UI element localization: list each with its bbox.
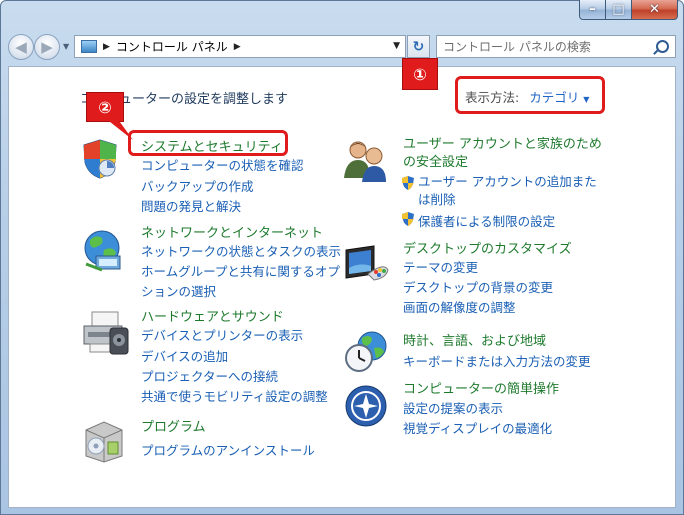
link-uninstall-program[interactable]: プログラムのアンインストール [141, 440, 315, 459]
link-add-device[interactable]: デバイスの追加 [141, 346, 228, 365]
link-devices-printers[interactable]: デバイスとプリンターの表示 [141, 325, 303, 344]
breadcrumb-control-panel[interactable]: コントロール パネル [116, 38, 228, 55]
network-globe-icon[interactable] [82, 228, 126, 272]
category-ease-of-access[interactable]: コンピューターの簡単操作 [403, 378, 559, 397]
refresh-button[interactable]: ↻ [407, 35, 430, 58]
address-dropdown-icon[interactable]: ▼ [393, 41, 400, 51]
programs-box-icon[interactable] [82, 416, 126, 464]
refresh-icon: ↻ [412, 38, 425, 55]
shield-icon[interactable] [82, 138, 118, 180]
maximize-icon: □ [612, 2, 625, 17]
annotation-box-system-security [128, 130, 288, 156]
close-icon: ✕ [649, 2, 660, 17]
link-mobility-settings[interactable]: 共通で使うモビリティ設定の調整 [141, 386, 328, 405]
annotation-marker-1: ① [402, 58, 438, 90]
desktop-display-icon[interactable] [344, 244, 390, 284]
category-user-accounts[interactable]: ユーザー アカウントと家族のための安全設定 [403, 136, 603, 172]
maximize-button[interactable]: □ [606, 0, 632, 20]
link-troubleshoot[interactable]: 問題の発見と解決 [141, 196, 241, 215]
link-backup[interactable]: バックアップの作成 [141, 176, 254, 195]
back-arrow-icon: ◀ [15, 38, 27, 56]
uac-shield-icon [402, 176, 414, 190]
link-projector[interactable]: プロジェクターへの接続 [141, 366, 278, 385]
link-screen-resolution[interactable]: 画面の解像度の調整 [403, 297, 516, 316]
link-change-theme[interactable]: テーマの変更 [403, 257, 478, 276]
category-hardware-sound[interactable]: ハードウェアとサウンド [141, 306, 284, 325]
address-bar[interactable]: ▶ コントロール パネル ▶ ▼ [74, 35, 406, 58]
users-icon[interactable] [344, 138, 388, 182]
breadcrumb-chevron-icon[interactable]: ▶ [234, 42, 241, 52]
navigation-bar: ◀ ▶ ▼ ▶ コントロール パネル ▶ ▼ ↻ コントロール パネルの検索 [8, 32, 676, 62]
forward-arrow-icon: ▶ [41, 38, 53, 56]
category-clock-region[interactable]: 時計、言語、および地域 [403, 330, 546, 349]
link-network-status[interactable]: ネットワークの状態とタスクの表示 [141, 241, 341, 260]
category-appearance[interactable]: デスクトップのカスタマイズ [403, 238, 572, 257]
uac-shield-icon [402, 212, 414, 226]
category-programs[interactable]: プログラム [141, 416, 206, 435]
clock-globe-icon[interactable] [344, 330, 390, 374]
search-icon[interactable] [656, 40, 669, 53]
recent-pages-dropdown[interactable]: ▼ [63, 42, 69, 51]
breadcrumb-chevron-icon[interactable]: ▶ [103, 42, 110, 52]
caption-buttons: – □ ✕ [579, 0, 678, 22]
link-change-background[interactable]: デスクトップの背景の変更 [403, 277, 553, 296]
link-recommended-settings[interactable]: 設定の提案の表示 [403, 398, 503, 417]
annotation-pointer [105, 118, 133, 140]
link-optimize-display[interactable]: 視覚ディスプレイの最適化 [403, 418, 552, 437]
link-homegroup[interactable]: ホームグループと共有に関するオプションの選択 [141, 262, 341, 302]
minimize-button[interactable]: – [579, 0, 606, 20]
category-network-internet[interactable]: ネットワークとインターネット [141, 222, 323, 241]
link-keyboard-input[interactable]: キーボードまたは入力方法の変更 [403, 351, 591, 370]
close-button[interactable]: ✕ [632, 0, 678, 20]
forward-button[interactable]: ▶ [34, 34, 60, 60]
search-placeholder: コントロール パネルの検索 [443, 40, 591, 54]
ease-of-access-icon[interactable] [344, 384, 388, 428]
minimize-icon: – [589, 2, 596, 17]
link-check-status[interactable]: コンピューターの状態を確認 [141, 155, 304, 174]
search-input[interactable]: コントロール パネルの検索 [436, 35, 676, 58]
link-add-remove-accounts[interactable]: ユーザー アカウントの追加または削除 [418, 173, 598, 209]
printer-icon[interactable] [82, 310, 130, 356]
link-parental-controls[interactable]: 保護者による制限の設定 [418, 211, 555, 230]
annotation-box-view-by [455, 76, 605, 114]
back-button[interactable]: ◀ [8, 34, 34, 60]
control-panel-icon [81, 40, 97, 53]
